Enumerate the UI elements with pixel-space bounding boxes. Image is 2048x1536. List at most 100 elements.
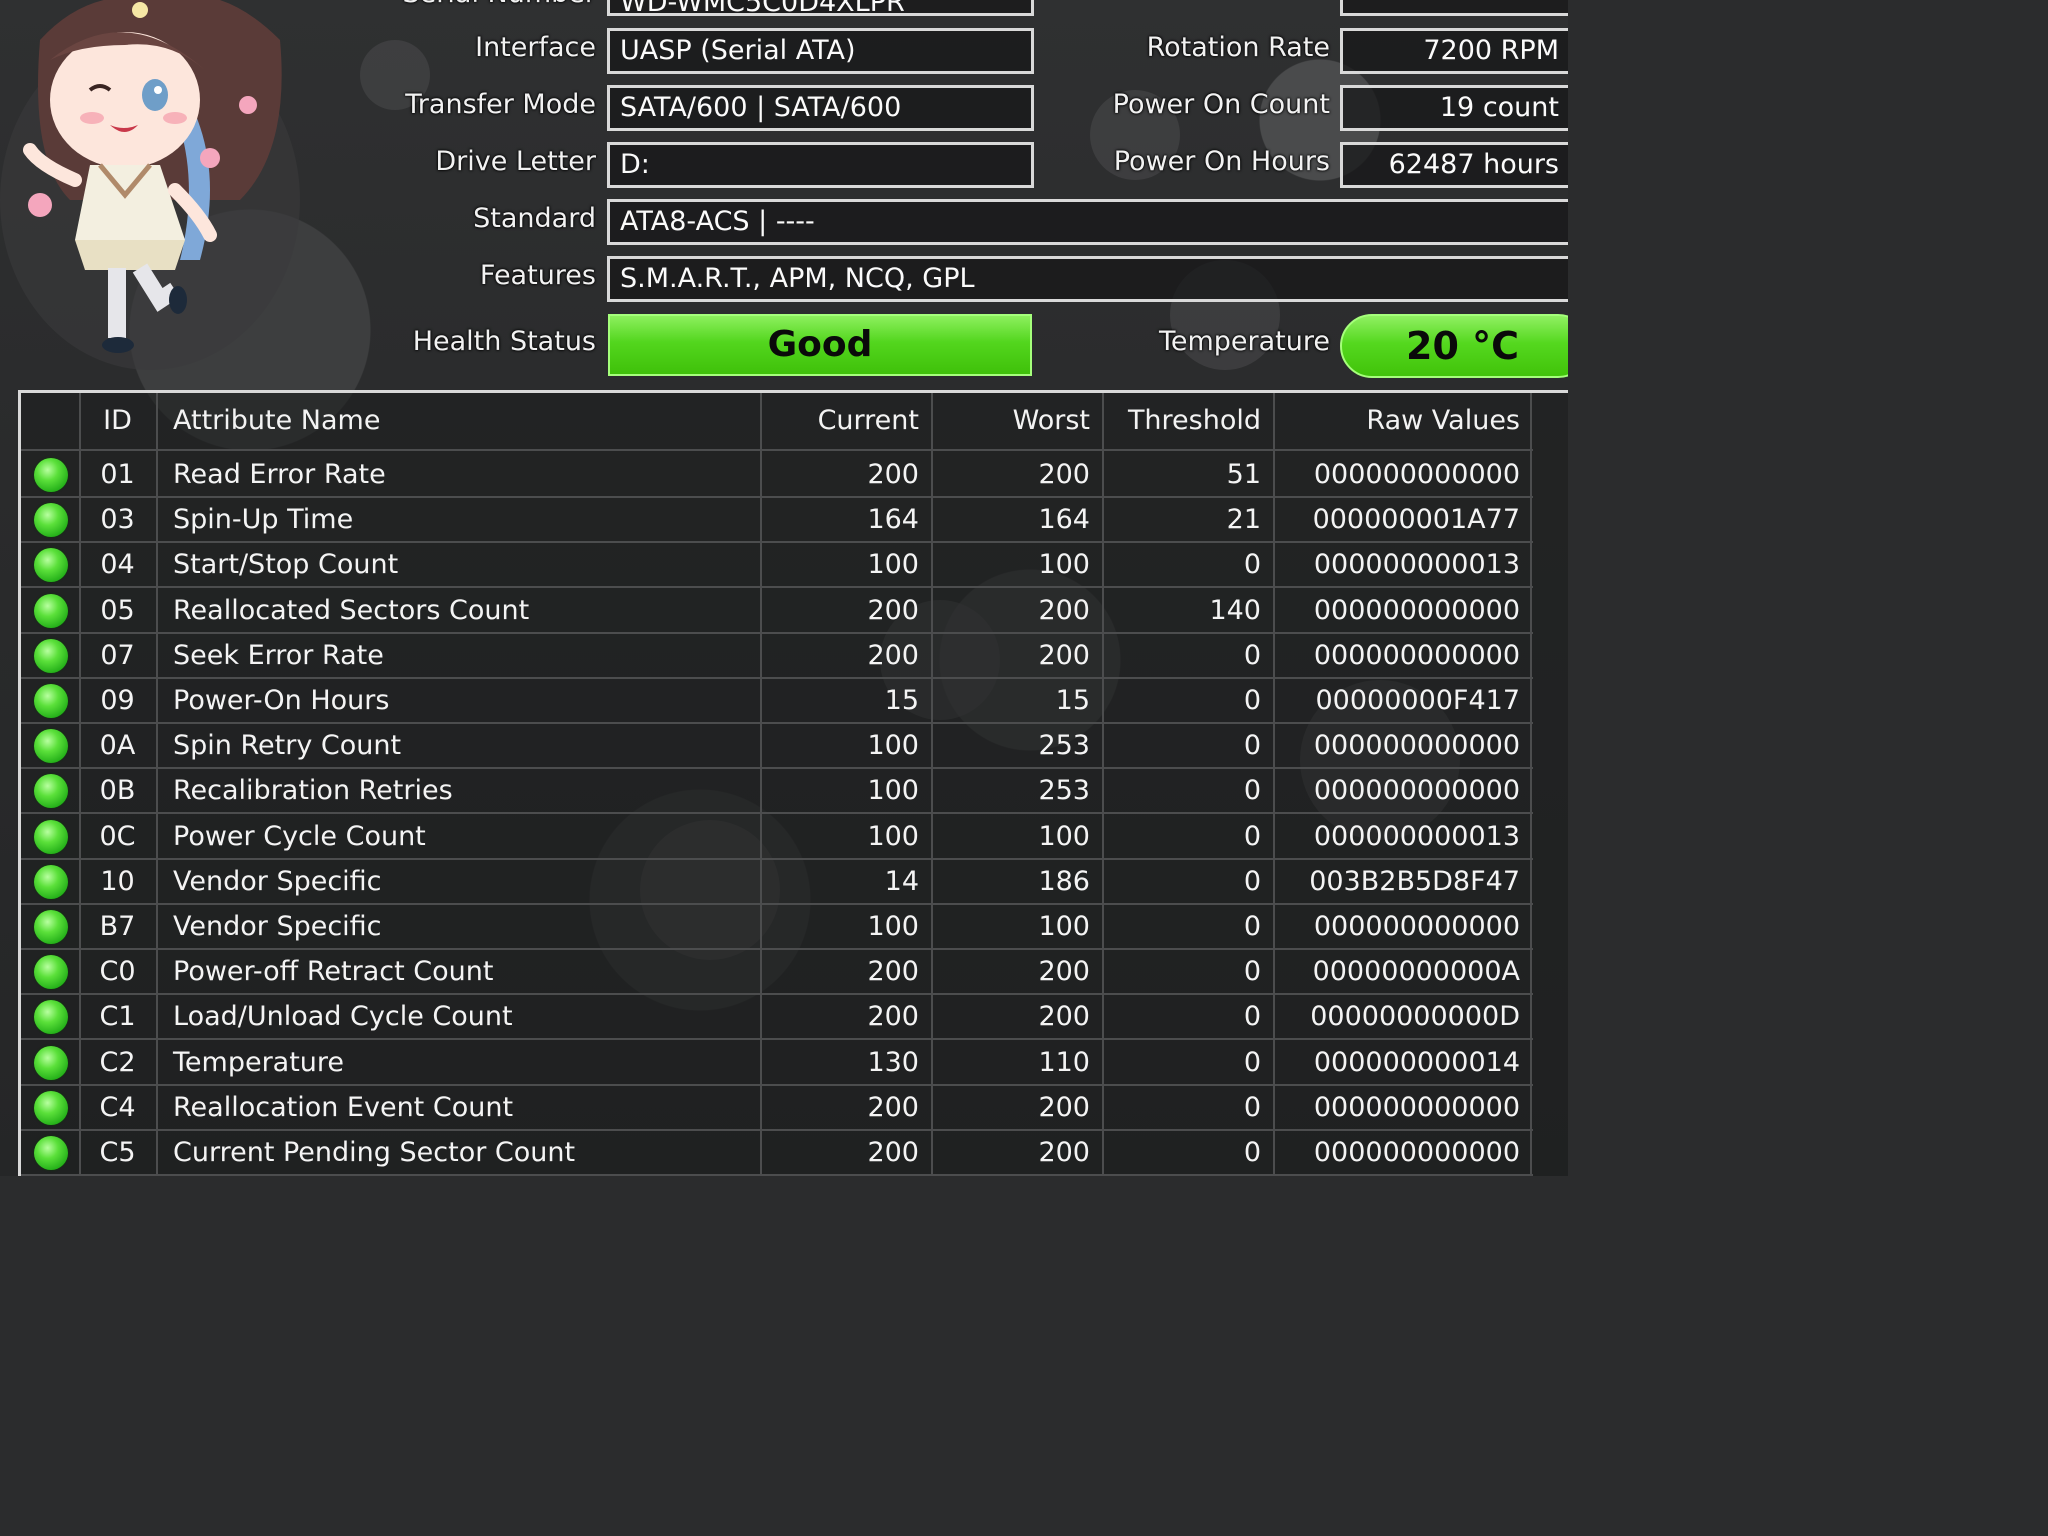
cell-raw: 00000000000A (1312, 956, 1520, 988)
health-status-label: Health Status (412, 326, 596, 357)
cell-raw: 000000000014 (1313, 1046, 1520, 1078)
cell-name: Read Error Rate (173, 459, 386, 490)
cell-raw: 000000000013 (1313, 820, 1520, 852)
cell-worst: 100 (1038, 549, 1090, 581)
column-header-id[interactable]: ID (81, 393, 154, 449)
cell-id: 01 (100, 459, 135, 490)
features-label: Features (479, 260, 596, 291)
cell-id: 03 (100, 504, 135, 536)
cell-current: 200 (867, 1137, 919, 1168)
table-row[interactable]: 04 Start/Stop Count 100 100 0 000000000013 (21, 542, 1533, 589)
cell-id: C2 (99, 1046, 136, 1078)
cell-threshold: 0 (1243, 549, 1261, 581)
status-good-icon (34, 955, 68, 990)
table-row[interactable]: 0A Spin Retry Count 100 253 0 000000000000 (21, 723, 1533, 770)
cell-raw: 000000000000 (1313, 1137, 1520, 1168)
cell-raw: 000000000013 (1313, 549, 1520, 581)
column-header-threshold[interactable]: Threshold (1105, 393, 1261, 449)
cell-worst: 200 (1038, 1137, 1090, 1168)
cell-current: 14 (884, 865, 919, 897)
drive-letter-field: D: (607, 142, 1034, 188)
table-row[interactable]: 0B Recalibration Retries 100 253 0 0000000000… (21, 768, 1533, 815)
cell-id: 05 (100, 594, 135, 626)
cell-worst: 200 (1038, 1091, 1090, 1123)
table-row[interactable]: B7 Vendor Specific 100 100 0 000000000000 (21, 904, 1533, 950)
cell-worst: 100 (1038, 820, 1090, 852)
cell-worst: 200 (1038, 639, 1090, 671)
cell-name: Power-On Hours (173, 685, 390, 716)
status-good-icon (34, 774, 68, 809)
cell-worst: 200 (1038, 459, 1090, 490)
cell-name: Spin-Up Time (173, 504, 354, 536)
table-row[interactable]: 05 Reallocated Sectors Count 200 200 140 0000… (21, 588, 1533, 634)
column-header-current[interactable]: Current (763, 393, 919, 449)
cell-current: 130 (867, 1046, 919, 1078)
cell-current: 15 (884, 685, 919, 716)
status-good-icon (34, 638, 68, 673)
cell-name: Recalibration Retries (173, 775, 453, 807)
cell-id: 10 (100, 865, 135, 897)
drive-letter-label: Drive Letter (435, 146, 596, 177)
cell-raw: 000000000000 (1313, 911, 1520, 942)
column-header-raw-values[interactable]: Raw Values (1276, 393, 1520, 449)
status-good-icon (34, 1136, 68, 1170)
table-row[interactable]: 10 Vendor Specific 14 186 0 003B2B5D8F47 (21, 859, 1533, 905)
cell-id: B7 (99, 911, 136, 942)
cell-threshold: 0 (1243, 865, 1261, 897)
table-row[interactable]: C5 Current Pending Sector Count 200 200 0 000… (21, 1130, 1533, 1176)
header-divider (21, 449, 1533, 451)
table-row[interactable]: C2 Temperature 130 110 0 000000000014 (21, 1040, 1533, 1086)
cell-raw: 000000000000 (1313, 639, 1520, 671)
cell-raw: 003B2B5D8F47 (1309, 865, 1520, 897)
cell-raw: 000000000000 (1313, 594, 1520, 626)
cell-id: 0C (99, 820, 136, 852)
status-good-icon (34, 503, 68, 538)
cell-current: 100 (867, 820, 919, 852)
cell-threshold: 140 (1209, 594, 1261, 626)
cell-threshold: 0 (1243, 685, 1261, 716)
cell-worst: 15 (1055, 685, 1090, 716)
cell-worst: 110 (1038, 1046, 1090, 1078)
table-row[interactable]: 0C Power Cycle Count 100 100 0 000000000013 (21, 814, 1533, 860)
crystaldiskinfo-window: Serial Number WD-WMC5C0D4XLPR Interface … (0, 0, 1568, 1176)
table-row[interactable]: C1 Load/Unload Cycle Count 200 200 0 00000000… (21, 994, 1533, 1041)
table-row[interactable]: C4 Reallocation Event Count 200 200 0 0000000… (21, 1085, 1533, 1131)
rotation-rate-label: Rotation Rate (1146, 32, 1330, 63)
cell-name: Power Cycle Count (173, 820, 426, 852)
table-row[interactable]: 09 Power-On Hours 15 15 0 00000000F417 (21, 678, 1533, 724)
cell-id: C1 (99, 1001, 136, 1033)
cell-id: 07 (100, 639, 135, 671)
cell-worst: 200 (1038, 594, 1090, 626)
cell-current: 100 (867, 911, 919, 942)
cell-threshold: 0 (1243, 911, 1261, 942)
column-header-worst[interactable]: Worst (934, 393, 1090, 449)
cell-worst: 253 (1038, 730, 1090, 762)
status-good-icon (34, 548, 68, 583)
cell-id: C5 (99, 1137, 136, 1168)
cell-name: Temperature (173, 1046, 345, 1078)
column-header-attribute-name[interactable]: Attribute Name (173, 393, 733, 449)
cell-worst: 164 (1038, 504, 1090, 536)
cell-threshold: 0 (1243, 775, 1261, 807)
standard-label: Standard (473, 203, 596, 234)
cell-threshold: 0 (1243, 1091, 1261, 1123)
status-good-icon (34, 729, 68, 764)
cell-threshold: 0 (1243, 639, 1261, 671)
table-row[interactable]: C0 Power-off Retract Count 200 200 0 00000000… (21, 949, 1533, 996)
transfer-mode-field: SATA/600 | SATA/600 (607, 85, 1034, 131)
status-good-icon (34, 593, 68, 628)
table-row[interactable]: 03 Spin-Up Time 164 164 21 000000001A77 (21, 497, 1533, 544)
cell-name: Seek Error Rate (173, 639, 384, 671)
cell-name: Power-off Retract Count (173, 956, 494, 988)
temperature-button[interactable]: 20 °C (1340, 314, 1568, 378)
cell-name: Vendor Specific (173, 865, 382, 897)
cell-raw: 000000000000 (1313, 1091, 1520, 1123)
cell-name: Reallocation Event Count (173, 1091, 514, 1123)
features-field: S.M.A.R.T., APM, NCQ, GPL (607, 256, 1568, 302)
serial-number-label: Serial Number (400, 0, 596, 9)
table-row[interactable]: 01 Read Error Rate 200 200 51 000000000000 (21, 452, 1533, 498)
cell-raw: 000000000000 (1313, 775, 1520, 807)
table-row[interactable]: 07 Seek Error Rate 200 200 0 000000000000 (21, 633, 1533, 679)
serial-number-field: WD-WMC5C0D4XLPR (607, 0, 1034, 16)
health-status-button[interactable]: Good (608, 314, 1032, 376)
